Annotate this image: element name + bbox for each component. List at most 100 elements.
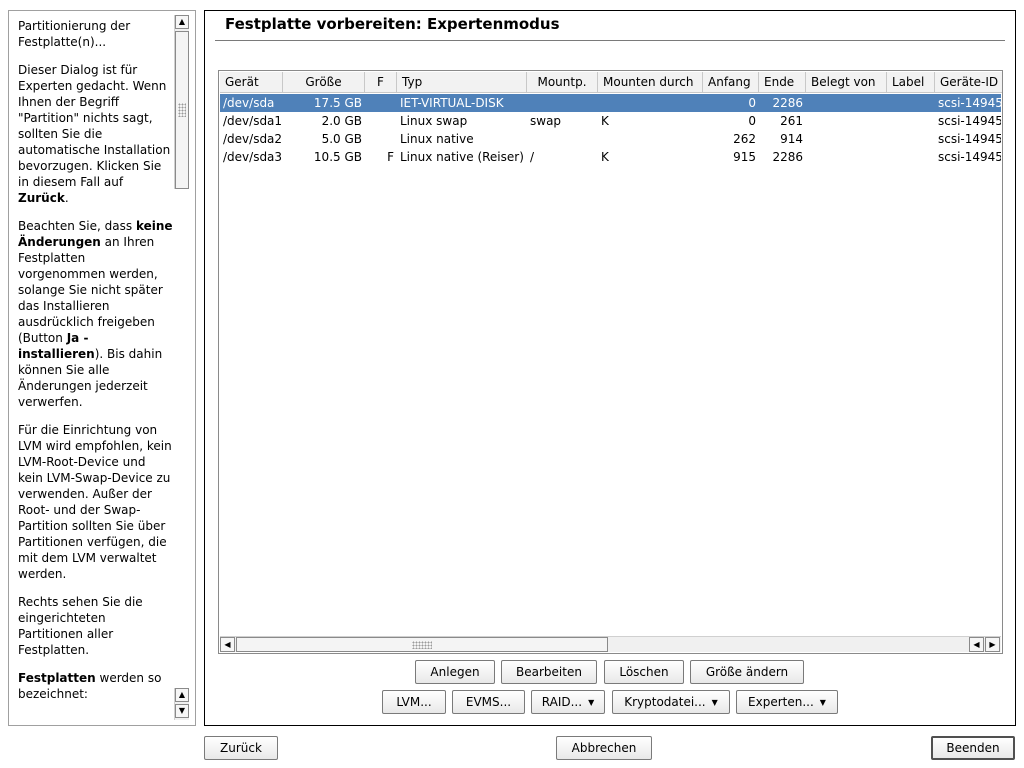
cell-belegt-von (806, 148, 887, 166)
column-header-typ[interactable]: Typ (397, 72, 527, 93)
help-paragraph: Dieser Dialog ist für Experten gedacht. … (18, 62, 173, 206)
cancel-button[interactable]: Abbrechen (556, 736, 652, 760)
scroll-left-icon[interactable]: ◀ (220, 637, 235, 652)
title-divider (215, 40, 1005, 41)
cell-groesse: 2.0 GB (321, 114, 362, 128)
kryptodatei-button-label: Kryptodatei... (624, 695, 706, 709)
help-paragraph: Partitionierung der Festplatte(n)... (18, 18, 173, 50)
cell-groesse: 10.5 GB (313, 150, 362, 164)
cell-ende: 2286 (772, 150, 803, 164)
column-header-ende[interactable]: Ende (759, 72, 806, 93)
help-text-span: an Ihren Festplatten vorgenommen werden,… (18, 235, 163, 345)
column-header-groesse[interactable]: Größe (283, 72, 365, 93)
raid-button[interactable]: RAID... ▼ (531, 690, 605, 714)
column-header-mountp[interactable]: Mountp. (527, 72, 598, 93)
evms-button[interactable]: EVMS... (452, 690, 525, 714)
lvm-button[interactable]: LVM... (382, 690, 446, 714)
column-header-belegt-von[interactable]: Belegt von (806, 72, 887, 93)
back-button[interactable]: Zurück (204, 736, 278, 760)
arrow-up-icon: ▲ (178, 17, 186, 26)
scroll-thumb[interactable] (236, 637, 608, 652)
grip-icon (412, 640, 432, 649)
scroll-right-icon[interactable]: ▶ (985, 637, 1000, 652)
bearbeiten-button[interactable]: Bearbeiten (501, 660, 597, 684)
column-header-mounten-durch[interactable]: Mounten durch (598, 72, 703, 93)
help-scrollbar-upper[interactable]: ▲ (174, 15, 189, 189)
cell-anfang: 0 (748, 114, 756, 128)
cell-ende: 2286 (772, 96, 803, 110)
table-header: Gerät Größe F Typ Mountp. Mounten durch … (220, 72, 1002, 93)
cell-typ: Linux native (Reiser) (400, 150, 524, 164)
help-paragraph: Festplatten werden so bezeichnet: (18, 670, 173, 702)
cell-geraete-id: scsi-14945 (938, 132, 1001, 146)
groesse-aendern-button[interactable]: Größe ändern (690, 660, 804, 684)
anlegen-button[interactable]: Anlegen (415, 660, 495, 684)
help-text-span: Beachten Sie, dass (18, 219, 136, 233)
cell-mounten-durch: K (601, 114, 609, 128)
arrow-left-icon: ◀ (973, 640, 980, 649)
scroll-down-icon[interactable]: ▼ (175, 704, 189, 718)
table-row[interactable]: /dev/sda2 5.0 GB Linux native 262 914 sc… (220, 130, 1001, 148)
table-horizontal-scrollbar[interactable]: ◀ ◀ ▶ (220, 636, 1001, 652)
help-paragraph: Beachten Sie, dass keine Änderungen an I… (18, 218, 173, 410)
scroll-up-icon[interactable]: ▲ (175, 15, 189, 29)
help-scrollbar-lower[interactable]: ▲ ▼ (174, 688, 189, 720)
cell-f (365, 112, 397, 130)
cell-geraet: /dev/sda2 (223, 132, 283, 146)
table-row[interactable]: /dev/sda 17.5 GB IET-VIRTUAL-DISK 0 2286… (220, 94, 1001, 112)
scroll-left-icon[interactable]: ◀ (969, 637, 984, 652)
help-text-span: Rechts sehen Sie die eingerichteten Part… (18, 595, 143, 657)
grip-icon (178, 103, 186, 117)
cell-label (887, 112, 935, 130)
loeschen-button[interactable]: Löschen (604, 660, 684, 684)
cell-belegt-von (806, 112, 887, 130)
cell-label (887, 148, 935, 166)
cell-geraete-id: scsi-14945 (938, 114, 1001, 128)
finish-button[interactable]: Beenden (931, 736, 1015, 760)
scroll-thumb[interactable] (175, 31, 189, 189)
page-title: Festplatte vorbereiten: Expertenmodus (225, 15, 560, 33)
cell-mountp: / (530, 150, 535, 164)
column-header-geraete-id[interactable]: Geräte-ID (935, 72, 1002, 93)
chevron-down-icon: ▼ (819, 697, 826, 707)
help-text: Partitionierung der Festplatte(n)... Die… (18, 18, 173, 702)
cell-typ: Linux swap (400, 114, 468, 128)
cell-geraet: /dev/sda1 (223, 114, 283, 128)
partition-table[interactable]: Gerät Größe F Typ Mountp. Mounten durch … (218, 70, 1003, 654)
cell-anfang: 915 (733, 150, 756, 164)
arrow-down-icon: ▼ (178, 706, 186, 715)
cell-mounten-durch (598, 94, 703, 112)
column-header-label[interactable]: Label (887, 72, 935, 93)
raid-button-label: RAID... (541, 695, 583, 709)
experten-button[interactable]: Experten... ▼ (736, 690, 838, 714)
kryptodatei-button[interactable]: Kryptodatei... ▼ (612, 690, 730, 714)
cell-f: F (387, 150, 394, 164)
cell-label (887, 94, 935, 112)
column-header-f[interactable]: F (365, 72, 397, 93)
table-row[interactable]: /dev/sda3 10.5 GB F Linux native (Reiser… (220, 148, 1001, 166)
help-paragraph: Für die Einrichtung von LVM wird empfohl… (18, 422, 173, 582)
cell-anfang: 262 (733, 132, 756, 146)
cell-ende: 261 (780, 114, 803, 128)
column-header-anfang[interactable]: Anfang (703, 72, 759, 93)
column-header-geraet[interactable]: Gerät (220, 72, 283, 93)
main-panel: Festplatte vorbereiten: Expertenmodus Ge… (204, 10, 1016, 726)
cell-belegt-von (806, 94, 887, 112)
table-body: /dev/sda 17.5 GB IET-VIRTUAL-DISK 0 2286… (220, 94, 1001, 166)
cell-mountp (527, 130, 598, 148)
arrow-up-icon: ▲ (178, 690, 186, 699)
help-bold-text: Zurück (18, 191, 65, 205)
table-row[interactable]: /dev/sda1 2.0 GB Linux swap swap K 0 261… (220, 112, 1001, 130)
cell-anfang: 0 (748, 96, 756, 110)
cell-mountp (527, 94, 598, 112)
scroll-up-icon[interactable]: ▲ (175, 688, 189, 702)
help-text-span: . (64, 191, 69, 205)
help-paragraph: Rechts sehen Sie die eingerichteten Part… (18, 594, 173, 658)
cell-geraet: /dev/sda (223, 96, 275, 110)
help-text-span: Dieser Dialog ist für Experten gedacht. … (18, 63, 171, 189)
cell-typ: Linux native (400, 132, 474, 146)
cell-mounten-durch: K (601, 150, 609, 164)
cell-geraete-id: scsi-14945 (938, 150, 1001, 164)
cell-geraet: /dev/sda3 (223, 150, 283, 164)
help-panel: Partitionierung der Festplatte(n)... Die… (8, 10, 196, 726)
